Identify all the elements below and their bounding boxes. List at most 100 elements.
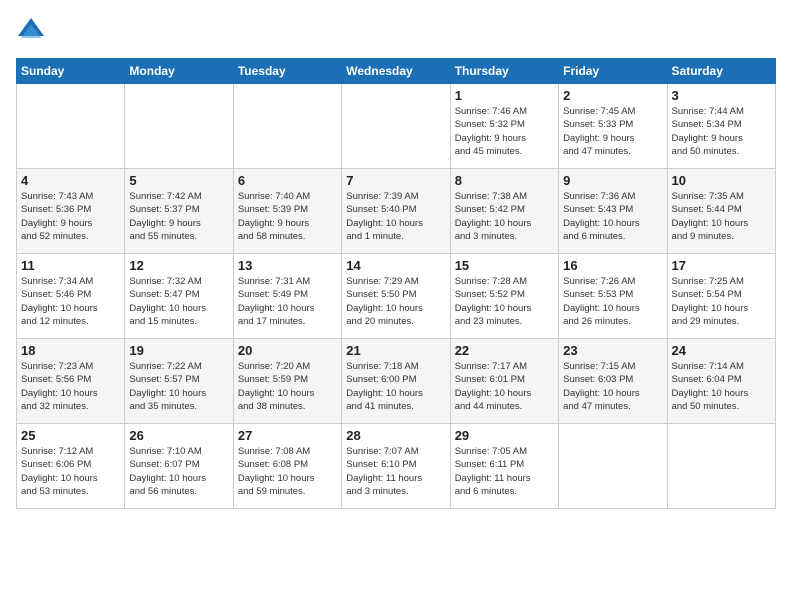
page-header — [16, 16, 776, 46]
calendar-cell: 19 Sunrise: 7:22 AM Sunset: 5:57 PM Dayli… — [125, 339, 233, 424]
day-number: 4 — [21, 173, 120, 188]
weekday-thursday: Thursday — [450, 59, 558, 84]
day-info: Sunrise: 7:07 AM Sunset: 6:10 PM Dayligh… — [346, 445, 445, 498]
day-number: 28 — [346, 428, 445, 443]
calendar-cell: 16 Sunrise: 7:26 AM Sunset: 5:53 PM Dayli… — [559, 254, 667, 339]
day-info: Sunrise: 7:05 AM Sunset: 6:11 PM Dayligh… — [455, 445, 554, 498]
day-info: Sunrise: 7:10 AM Sunset: 6:07 PM Dayligh… — [129, 445, 228, 498]
day-info: Sunrise: 7:35 AM Sunset: 5:44 PM Dayligh… — [672, 190, 771, 243]
day-number: 16 — [563, 258, 662, 273]
day-number: 20 — [238, 343, 337, 358]
day-info: Sunrise: 7:12 AM Sunset: 6:06 PM Dayligh… — [21, 445, 120, 498]
day-number: 2 — [563, 88, 662, 103]
day-number: 9 — [563, 173, 662, 188]
day-info: Sunrise: 7:15 AM Sunset: 6:03 PM Dayligh… — [563, 360, 662, 413]
weekday-friday: Friday — [559, 59, 667, 84]
calendar-cell — [342, 84, 450, 169]
calendar-cell: 23 Sunrise: 7:15 AM Sunset: 6:03 PM Dayli… — [559, 339, 667, 424]
calendar-cell: 3Sunrise: 7:44 AM Sunset: 5:34 PM Daylig… — [667, 84, 775, 169]
day-number: 22 — [455, 343, 554, 358]
week-row-4: 18Sunrise: 7:23 AM Sunset: 5:56 PM Dayli… — [17, 339, 776, 424]
day-info: Sunrise: 7:14 AM Sunset: 6:04 PM Dayligh… — [672, 360, 771, 413]
day-number: 12 — [129, 258, 228, 273]
day-info: Sunrise: 7:22 AM Sunset: 5:57 PM Dayligh… — [129, 360, 228, 413]
logo-icon — [16, 16, 46, 46]
calendar-cell: 2 Sunrise: 7:45 AM Sunset: 5:33 PM Daylig… — [559, 84, 667, 169]
calendar-cell: 20 Sunrise: 7:20 AM Sunset: 5:59 PM Dayli… — [233, 339, 341, 424]
week-row-2: 4Sunrise: 7:43 AM Sunset: 5:36 PM Daylig… — [17, 169, 776, 254]
day-info: Sunrise: 7:46 AM Sunset: 5:32 PM Dayligh… — [455, 105, 554, 158]
day-number: 5 — [129, 173, 228, 188]
weekday-monday: Monday — [125, 59, 233, 84]
calendar-cell: 25 Sunrise: 7:12 AM Sunset: 6:06 PM Dayli… — [17, 424, 125, 509]
day-info: Sunrise: 7:18 AM Sunset: 6:00 PM Dayligh… — [346, 360, 445, 413]
calendar-cell: 22 Sunrise: 7:17 AM Sunset: 6:01 PM Dayli… — [450, 339, 558, 424]
day-number: 21 — [346, 343, 445, 358]
calendar-cell: 15 Sunrise: 7:28 AM Sunset: 5:52 PM Dayli… — [450, 254, 558, 339]
day-info: Sunrise: 7:39 AM Sunset: 5:40 PM Dayligh… — [346, 190, 445, 243]
day-info: Sunrise: 7:32 AM Sunset: 5:47 PM Dayligh… — [129, 275, 228, 328]
day-info: Sunrise: 7:28 AM Sunset: 5:52 PM Dayligh… — [455, 275, 554, 328]
day-number: 11 — [21, 258, 120, 273]
day-info: Sunrise: 7:08 AM Sunset: 6:08 PM Dayligh… — [238, 445, 337, 498]
day-number: 7 — [346, 173, 445, 188]
day-number: 26 — [129, 428, 228, 443]
week-row-3: 11Sunrise: 7:34 AM Sunset: 5:46 PM Dayli… — [17, 254, 776, 339]
day-number: 23 — [563, 343, 662, 358]
week-row-5: 25 Sunrise: 7:12 AM Sunset: 6:06 PM Dayli… — [17, 424, 776, 509]
day-info: Sunrise: 7:26 AM Sunset: 5:53 PM Dayligh… — [563, 275, 662, 328]
calendar-cell: 21 Sunrise: 7:18 AM Sunset: 6:00 PM Dayli… — [342, 339, 450, 424]
calendar-cell: 10 Sunrise: 7:35 AM Sunset: 5:44 PM Dayli… — [667, 169, 775, 254]
day-info: Sunrise: 7:20 AM Sunset: 5:59 PM Dayligh… — [238, 360, 337, 413]
day-info: Sunrise: 7:44 AM Sunset: 5:34 PM Dayligh… — [672, 105, 771, 158]
day-info: Sunrise: 7:38 AM Sunset: 5:42 PM Dayligh… — [455, 190, 554, 243]
weekday-row: SundayMondayTuesdayWednesdayThursdayFrid… — [17, 59, 776, 84]
calendar-body: 1 Sunrise: 7:46 AM Sunset: 5:32 PM Daylig… — [17, 84, 776, 509]
day-number: 14 — [346, 258, 445, 273]
logo — [16, 16, 50, 46]
day-number: 15 — [455, 258, 554, 273]
day-info: Sunrise: 7:45 AM Sunset: 5:33 PM Dayligh… — [563, 105, 662, 158]
calendar-cell — [17, 84, 125, 169]
calendar-cell: 4Sunrise: 7:43 AM Sunset: 5:36 PM Daylig… — [17, 169, 125, 254]
day-number: 1 — [455, 88, 554, 103]
day-info: Sunrise: 7:17 AM Sunset: 6:01 PM Dayligh… — [455, 360, 554, 413]
calendar-cell: 26 Sunrise: 7:10 AM Sunset: 6:07 PM Dayli… — [125, 424, 233, 509]
day-number: 19 — [129, 343, 228, 358]
calendar-header: SundayMondayTuesdayWednesdayThursdayFrid… — [17, 59, 776, 84]
calendar-cell: 24Sunrise: 7:14 AM Sunset: 6:04 PM Dayli… — [667, 339, 775, 424]
calendar-cell: 12 Sunrise: 7:32 AM Sunset: 5:47 PM Dayli… — [125, 254, 233, 339]
calendar-cell — [559, 424, 667, 509]
calendar-cell: 27 Sunrise: 7:08 AM Sunset: 6:08 PM Dayli… — [233, 424, 341, 509]
calendar-cell: 7 Sunrise: 7:39 AM Sunset: 5:40 PM Daylig… — [342, 169, 450, 254]
calendar-cell: 8Sunrise: 7:38 AM Sunset: 5:42 PM Daylig… — [450, 169, 558, 254]
day-number: 25 — [21, 428, 120, 443]
day-info: Sunrise: 7:23 AM Sunset: 5:56 PM Dayligh… — [21, 360, 120, 413]
day-info: Sunrise: 7:31 AM Sunset: 5:49 PM Dayligh… — [238, 275, 337, 328]
day-info: Sunrise: 7:36 AM Sunset: 5:43 PM Dayligh… — [563, 190, 662, 243]
weekday-wednesday: Wednesday — [342, 59, 450, 84]
week-row-1: 1 Sunrise: 7:46 AM Sunset: 5:32 PM Daylig… — [17, 84, 776, 169]
day-number: 27 — [238, 428, 337, 443]
calendar-cell — [125, 84, 233, 169]
weekday-sunday: Sunday — [17, 59, 125, 84]
calendar-cell: 6 Sunrise: 7:40 AM Sunset: 5:39 PM Daylig… — [233, 169, 341, 254]
calendar-cell — [667, 424, 775, 509]
weekday-saturday: Saturday — [667, 59, 775, 84]
day-info: Sunrise: 7:40 AM Sunset: 5:39 PM Dayligh… — [238, 190, 337, 243]
calendar-cell: 18Sunrise: 7:23 AM Sunset: 5:56 PM Dayli… — [17, 339, 125, 424]
calendar-cell: 14 Sunrise: 7:29 AM Sunset: 5:50 PM Dayli… — [342, 254, 450, 339]
day-info: Sunrise: 7:25 AM Sunset: 5:54 PM Dayligh… — [672, 275, 771, 328]
day-number: 13 — [238, 258, 337, 273]
calendar-table: SundayMondayTuesdayWednesdayThursdayFrid… — [16, 58, 776, 509]
weekday-tuesday: Tuesday — [233, 59, 341, 84]
calendar-cell: 11Sunrise: 7:34 AM Sunset: 5:46 PM Dayli… — [17, 254, 125, 339]
calendar-cell: 29 Sunrise: 7:05 AM Sunset: 6:11 PM Dayli… — [450, 424, 558, 509]
calendar-cell: 13 Sunrise: 7:31 AM Sunset: 5:49 PM Dayli… — [233, 254, 341, 339]
day-number: 29 — [455, 428, 554, 443]
calendar-cell: 1 Sunrise: 7:46 AM Sunset: 5:32 PM Daylig… — [450, 84, 558, 169]
day-number: 6 — [238, 173, 337, 188]
calendar-cell: 9 Sunrise: 7:36 AM Sunset: 5:43 PM Daylig… — [559, 169, 667, 254]
day-info: Sunrise: 7:29 AM Sunset: 5:50 PM Dayligh… — [346, 275, 445, 328]
day-number: 10 — [672, 173, 771, 188]
